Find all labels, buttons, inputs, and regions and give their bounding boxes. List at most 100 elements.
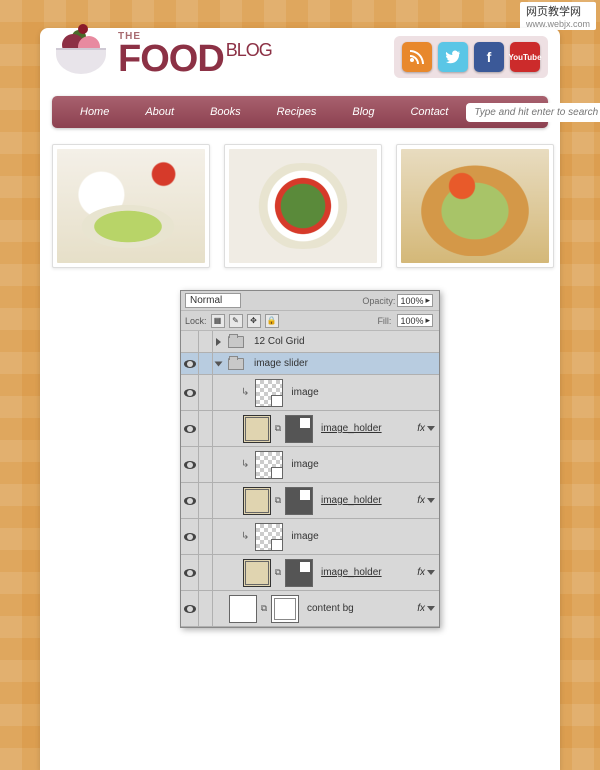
layer-row[interactable]: ⧉ image_holderfx bbox=[181, 555, 439, 591]
search-input[interactable] bbox=[466, 103, 600, 122]
layer-row[interactable]: ↳ image bbox=[181, 519, 439, 555]
lock-transparency-icon[interactable]: ▦ bbox=[211, 314, 225, 328]
layer-thumbnail[interactable] bbox=[229, 595, 257, 623]
layer-thumbnail[interactable] bbox=[243, 487, 271, 515]
nav-recipes[interactable]: Recipes bbox=[259, 106, 335, 118]
rss-icon[interactable] bbox=[402, 42, 432, 72]
layer-thumbnail[interactable] bbox=[255, 523, 283, 551]
eye-icon bbox=[184, 425, 196, 433]
fx-badge[interactable]: fx bbox=[417, 423, 425, 434]
layer-list: 12 Col Grid image slider ↳ image ⧉ image_hold… bbox=[181, 331, 439, 627]
logo-icon bbox=[52, 30, 110, 78]
nav-blog[interactable]: Blog bbox=[334, 106, 392, 118]
main-nav: Home About Books Recipes Blog Contact bbox=[52, 96, 548, 128]
fx-badge[interactable]: fx bbox=[417, 567, 425, 578]
clip-indicator-icon: ↳ bbox=[241, 531, 249, 542]
slider-image-1[interactable] bbox=[52, 144, 210, 268]
vector-mask-thumbnail[interactable] bbox=[285, 559, 313, 587]
layer-row[interactable]: image slider bbox=[181, 353, 439, 375]
visibility-toggle[interactable] bbox=[181, 483, 199, 518]
link-column bbox=[199, 411, 213, 446]
slider-image-2[interactable] bbox=[224, 144, 382, 268]
site-header: THE FOODBLOG bbox=[52, 30, 272, 78]
fx-badge[interactable]: fx bbox=[417, 495, 425, 506]
visibility-toggle[interactable] bbox=[181, 447, 199, 482]
panel-lock-row: Lock: ▦ ✎ ✥ 🔒 Fill: 100%▸ bbox=[181, 311, 439, 331]
watermark: 网页教学网 www.webjx.com bbox=[520, 2, 596, 30]
visibility-toggle[interactable] bbox=[181, 331, 199, 352]
layer-name-label[interactable]: image bbox=[291, 459, 439, 470]
visibility-toggle[interactable] bbox=[181, 591, 199, 626]
twitter-icon[interactable] bbox=[438, 42, 468, 72]
link-chain-icon[interactable]: ⧉ bbox=[273, 422, 283, 436]
link-chain-icon[interactable]: ⧉ bbox=[273, 566, 283, 580]
layer-row[interactable]: ↳image bbox=[181, 375, 439, 411]
layer-name-label[interactable]: image bbox=[291, 531, 439, 542]
layer-thumbnail[interactable] bbox=[243, 415, 271, 443]
panel-blend-row: Normal Opacity: 100%▸ bbox=[181, 291, 439, 311]
disclosure-triangle-icon[interactable] bbox=[216, 338, 221, 346]
layers-panel: Normal Opacity: 100%▸ Lock: ▦ ✎ ✥ 🔒 Fill… bbox=[180, 290, 440, 628]
eye-icon bbox=[184, 533, 196, 541]
layer-name-label[interactable]: 12 Col Grid bbox=[254, 336, 439, 347]
nav-books[interactable]: Books bbox=[192, 106, 259, 118]
layer-row[interactable]: 12 Col Grid bbox=[181, 331, 439, 353]
fx-disclosure-icon[interactable] bbox=[427, 606, 435, 611]
layer-thumbnail[interactable] bbox=[243, 559, 271, 587]
eye-icon bbox=[184, 497, 196, 505]
layer-name-label[interactable]: image bbox=[291, 387, 439, 398]
link-chain-icon[interactable]: ⧉ bbox=[259, 602, 269, 616]
logo-food: FOODBLOG bbox=[118, 42, 272, 76]
eye-icon bbox=[184, 569, 196, 577]
link-column bbox=[199, 519, 213, 554]
eye-icon bbox=[184, 360, 196, 368]
image-slider bbox=[52, 144, 554, 268]
clip-indicator-icon: ↳ bbox=[241, 459, 249, 470]
layer-name-label[interactable]: image_holder bbox=[321, 495, 417, 506]
blend-mode-select[interactable]: Normal bbox=[185, 293, 241, 308]
watermark-main: 网页教学网 bbox=[526, 6, 581, 18]
fx-disclosure-icon[interactable] bbox=[427, 570, 435, 575]
layer-name-label[interactable]: content bg bbox=[307, 603, 417, 614]
layer-name-label[interactable]: image_holder bbox=[321, 567, 417, 578]
slider-image-3[interactable] bbox=[396, 144, 554, 268]
link-column bbox=[199, 555, 213, 590]
layer-name-label[interactable]: image slider bbox=[254, 358, 439, 369]
nav-contact[interactable]: Contact bbox=[392, 106, 466, 118]
fill-input[interactable]: 100%▸ bbox=[397, 314, 433, 327]
link-column bbox=[199, 447, 213, 482]
fx-disclosure-icon[interactable] bbox=[427, 498, 435, 503]
link-chain-icon[interactable]: ⧉ bbox=[273, 494, 283, 508]
layer-row[interactable]: ⧉ image_holderfx bbox=[181, 411, 439, 447]
nav-home[interactable]: Home bbox=[62, 106, 127, 118]
vector-mask-thumbnail[interactable] bbox=[285, 415, 313, 443]
facebook-icon[interactable]: f bbox=[474, 42, 504, 72]
fx-badge[interactable]: fx bbox=[417, 603, 425, 614]
youtube-icon[interactable]: YouTube bbox=[510, 42, 540, 72]
layer-thumbnail[interactable] bbox=[255, 379, 283, 407]
layer-thumbnail[interactable] bbox=[255, 451, 283, 479]
fx-disclosure-icon[interactable] bbox=[427, 426, 435, 431]
lock-pixels-icon[interactable]: ✎ bbox=[229, 314, 243, 328]
vector-mask-thumbnail[interactable] bbox=[271, 595, 299, 623]
link-column bbox=[199, 375, 213, 410]
visibility-toggle[interactable] bbox=[181, 519, 199, 554]
lock-all-icon[interactable]: 🔒 bbox=[265, 314, 279, 328]
visibility-toggle[interactable] bbox=[181, 375, 199, 410]
vector-mask-thumbnail[interactable] bbox=[285, 487, 313, 515]
folder-icon bbox=[228, 358, 244, 370]
lock-label: Lock: bbox=[185, 316, 207, 326]
opacity-input[interactable]: 100%▸ bbox=[397, 294, 433, 307]
visibility-toggle[interactable] bbox=[181, 353, 199, 374]
visibility-toggle[interactable] bbox=[181, 555, 199, 590]
layer-name-label[interactable]: image_holder bbox=[321, 423, 417, 434]
nav-about[interactable]: About bbox=[127, 106, 192, 118]
fill-label: Fill: bbox=[377, 316, 391, 326]
link-column bbox=[199, 483, 213, 518]
visibility-toggle[interactable] bbox=[181, 411, 199, 446]
layer-row[interactable]: ⧉ image_holderfx bbox=[181, 483, 439, 519]
disclosure-triangle-icon[interactable] bbox=[215, 361, 223, 366]
layer-row[interactable]: ↳ image bbox=[181, 447, 439, 483]
lock-position-icon[interactable]: ✥ bbox=[247, 314, 261, 328]
layer-row[interactable]: ⧉ content bgfx bbox=[181, 591, 439, 627]
